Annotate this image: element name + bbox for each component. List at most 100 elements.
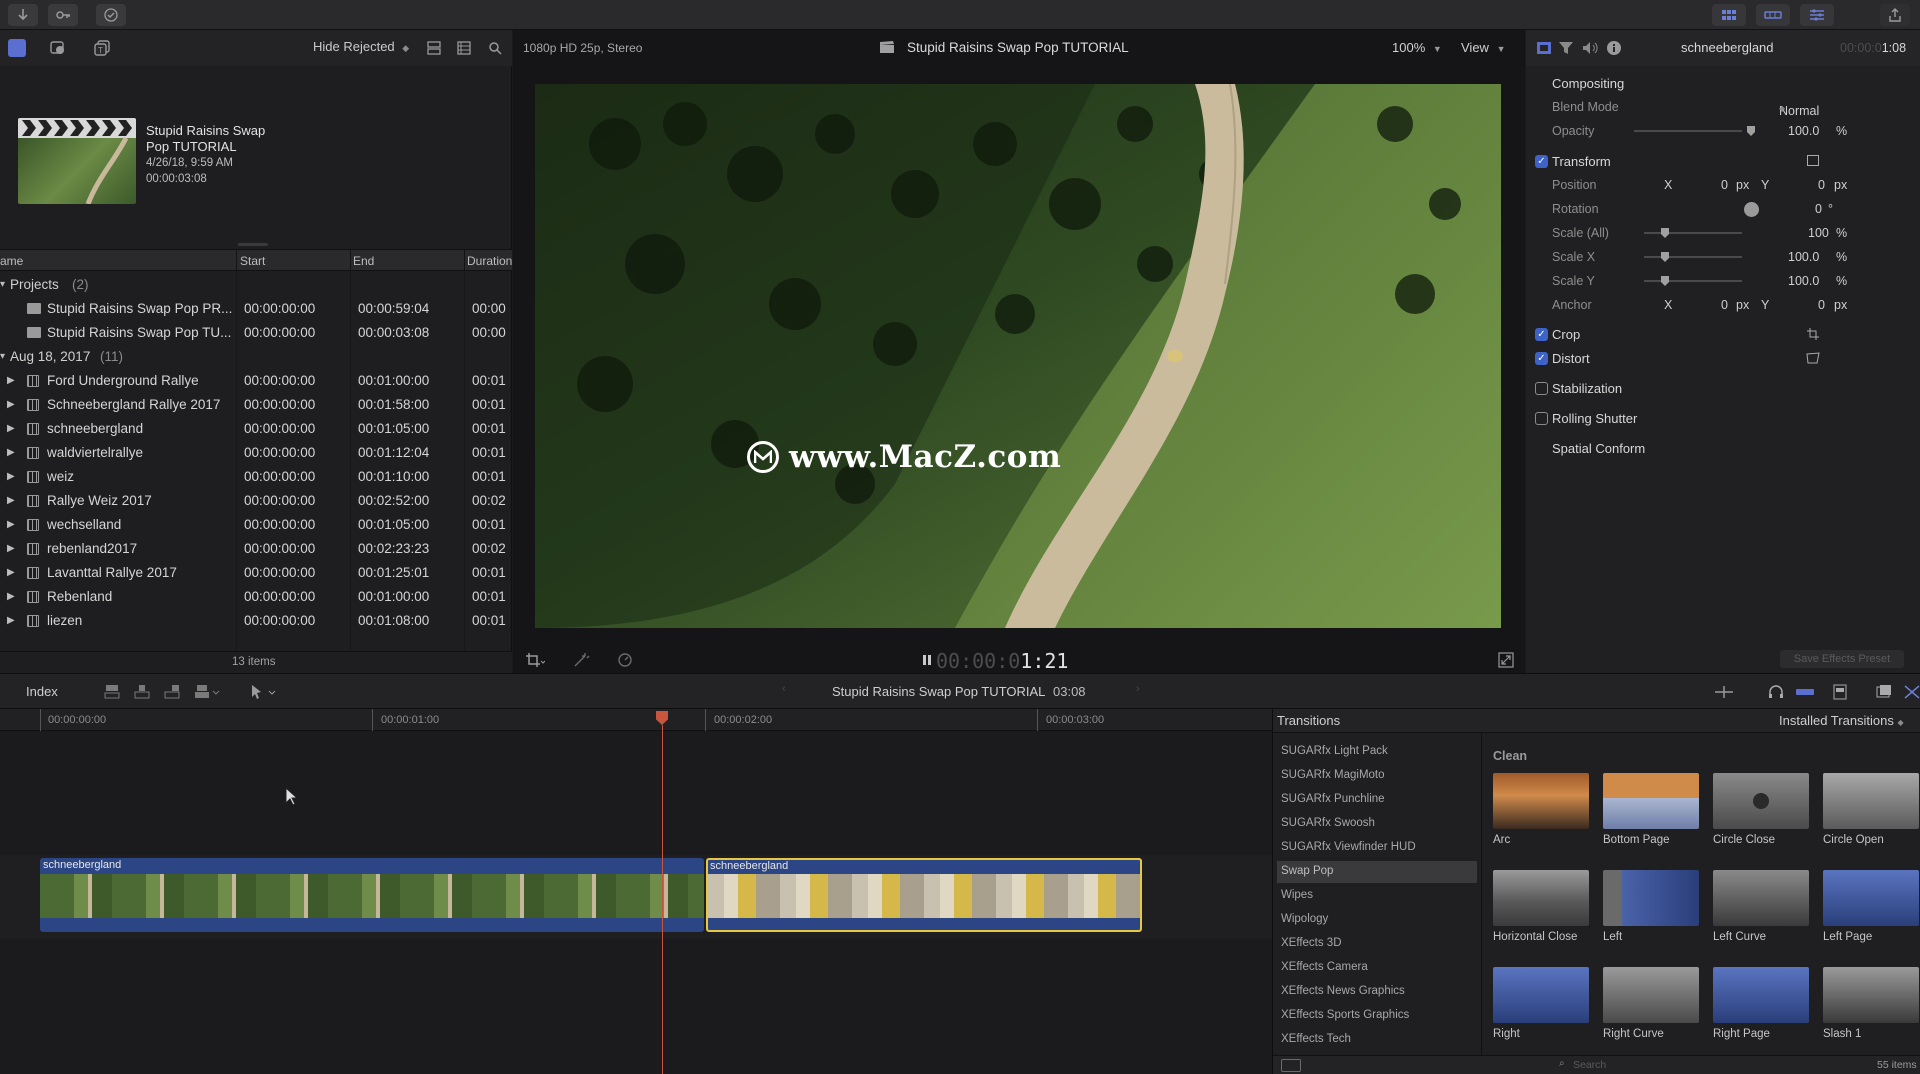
audio-inspector-icon[interactable]	[1582, 40, 1598, 56]
scale-y-value[interactable]: 100.0	[1788, 274, 1819, 288]
checkmark-icon[interactable]	[96, 4, 126, 26]
disclosure-open-icon[interactable]: ▾	[0, 279, 5, 290]
column-name[interactable]: ame	[0, 254, 23, 268]
transition-thumbnail[interactable]	[1823, 870, 1919, 926]
transition-thumbnail[interactable]	[1823, 967, 1919, 1023]
anchor-x-value[interactable]: 0	[1721, 298, 1728, 312]
resize-handle[interactable]	[238, 243, 268, 246]
color-inspector-icon[interactable]	[1558, 40, 1574, 56]
snapping-icon[interactable]	[1832, 684, 1848, 700]
opacity-slider[interactable]	[1634, 130, 1742, 132]
transition-category-selected[interactable]: Swap Pop	[1277, 861, 1477, 883]
enhance-icon[interactable]	[573, 652, 593, 668]
clip-row[interactable]: ▶ Ford Underground Rallye 00:00:00:00 00…	[0, 369, 512, 393]
viewer-timecode[interactable]: 00:00:01:21	[936, 649, 1068, 673]
info-icon[interactable]	[1606, 40, 1622, 56]
libraries-icon[interactable]	[8, 39, 26, 57]
pause-icon[interactable]	[921, 653, 933, 667]
project-row[interactable]: Stupid Raisins Swap Pop PR... 00:00:00:0…	[0, 297, 512, 321]
insert-clip-icon[interactable]	[134, 684, 150, 700]
list-view-icon[interactable]	[456, 40, 472, 56]
index-button[interactable]: Index	[26, 684, 58, 699]
disclosure-closed-icon[interactable]: ▶	[7, 567, 15, 578]
transition-thumbnail[interactable]	[1493, 967, 1589, 1023]
clip-row[interactable]: ▶ waldviertelrallye 00:00:00:00 00:01:12…	[0, 441, 512, 465]
scale-x-slider[interactable]	[1644, 256, 1742, 258]
append-clip-icon[interactable]	[164, 684, 180, 700]
transition-thumbnail[interactable]	[1713, 870, 1809, 926]
transition-thumbnail[interactable]	[1823, 773, 1919, 829]
solo-icon[interactable]	[1795, 686, 1815, 698]
clip-row[interactable]: ▶ Rallye Weiz 2017 00:00:00:00 00:02:52:…	[0, 489, 512, 513]
scale-all-value[interactable]: 100	[1808, 226, 1829, 240]
transition-category[interactable]: XEffects 3D	[1277, 933, 1477, 955]
disclosure-closed-icon[interactable]: ▶	[7, 615, 15, 626]
transition-category[interactable]: SUGARfx Swoosh	[1277, 813, 1477, 835]
effects-browser-icon[interactable]	[1904, 684, 1920, 700]
transition-thumbnail[interactable]	[1493, 870, 1589, 926]
filter-menu[interactable]: Hide Rejected ◆	[313, 39, 409, 54]
zoom-menu[interactable]: 100% ▼	[1392, 40, 1442, 55]
group-row-projects[interactable]: ▾ Projects (2)	[0, 273, 512, 297]
import-icon[interactable]	[8, 4, 38, 26]
clip-row[interactable]: ▶ wechselland 00:00:00:00 00:01:05:00 00…	[0, 513, 512, 537]
transition-category[interactable]: Wipology	[1277, 909, 1477, 931]
playhead[interactable]	[662, 725, 663, 1074]
clip-appearance-icon[interactable]	[1876, 684, 1892, 700]
crop-checkbox[interactable]: ✓	[1535, 328, 1548, 341]
scale-x-value[interactable]: 100.0	[1788, 250, 1819, 264]
clip-row[interactable]: ▶ Schneebergland Rallye 2017 00:00:00:00…	[0, 393, 512, 417]
project-row[interactable]: Stupid Raisins Swap Pop TU... 00:00:00:0…	[0, 321, 512, 345]
transition-thumbnail[interactable]	[1493, 773, 1589, 829]
search-icon[interactable]	[487, 40, 503, 56]
connect-clip-icon[interactable]	[104, 684, 120, 700]
position-x-value[interactable]: 0	[1721, 178, 1728, 192]
clip-row[interactable]: ▶ weiz 00:00:00:00 00:01:10:00 00:01	[0, 465, 512, 489]
forward-arrow-icon[interactable]: ›	[1136, 683, 1140, 695]
column-duration[interactable]: Duration	[467, 254, 512, 268]
column-end[interactable]: End	[353, 254, 374, 268]
project-thumbnail[interactable]	[18, 118, 136, 204]
transition-category[interactable]: Wipes	[1277, 885, 1477, 907]
rotation-value[interactable]: 0	[1815, 202, 1822, 216]
scale-all-slider-knob[interactable]	[1661, 228, 1669, 238]
disclosure-closed-icon[interactable]: ▶	[7, 591, 15, 602]
disclosure-closed-icon[interactable]: ▶	[7, 423, 15, 434]
timeline-clip-selected[interactable]: schneebergland	[706, 858, 1142, 932]
disclosure-open-icon[interactable]: ▾	[0, 351, 5, 362]
transition-category[interactable]: XEffects Tech	[1277, 1029, 1477, 1051]
scale-all-slider[interactable]	[1644, 232, 1742, 234]
position-y-value[interactable]: 0	[1818, 178, 1825, 192]
anchor-y-value[interactable]: 0	[1818, 298, 1825, 312]
key-icon[interactable]	[48, 4, 78, 26]
select-tool-icon[interactable]	[250, 684, 280, 700]
transition-category[interactable]: SUGARfx MagiMoto	[1277, 765, 1477, 787]
opacity-value[interactable]: 100.0	[1788, 124, 1819, 138]
transition-category[interactable]: XEffects Sports Graphics	[1277, 1005, 1477, 1027]
overwrite-clip-icon[interactable]	[194, 684, 224, 700]
distort-checkbox[interactable]: ✓	[1535, 352, 1548, 365]
distort-onscreen-control-icon[interactable]	[1806, 352, 1820, 364]
view-menu[interactable]: View ▼	[1461, 40, 1506, 55]
crop-onscreen-control-icon[interactable]	[1807, 328, 1819, 340]
opacity-slider-knob[interactable]	[1747, 126, 1755, 136]
transition-thumbnail[interactable]	[1603, 870, 1699, 926]
photos-icon[interactable]	[48, 38, 68, 58]
transitions-search-input[interactable]: Search	[1573, 1059, 1606, 1071]
skimming-icon[interactable]	[1714, 686, 1734, 698]
video-frame[interactable]: www.MacZ.com	[535, 84, 1501, 628]
clip-row[interactable]: ▶ liezen 00:00:00:00 00:01:08:00 00:01	[0, 609, 512, 633]
crop-tool-icon[interactable]	[525, 652, 546, 668]
transform-onscreen-control-icon[interactable]	[1807, 155, 1819, 166]
save-effects-preset-button[interactable]: Save Effects Preset	[1780, 650, 1904, 668]
fullscreen-icon[interactable]	[1498, 652, 1514, 668]
column-start[interactable]: Start	[240, 254, 265, 268]
share-icon[interactable]	[1880, 4, 1910, 26]
disclosure-closed-icon[interactable]: ▶	[7, 471, 15, 482]
group-row-date[interactable]: ▾ Aug 18, 2017 (11)	[0, 345, 512, 369]
stabilization-checkbox[interactable]	[1535, 382, 1548, 395]
retime-icon[interactable]	[617, 652, 637, 668]
transition-category[interactable]: SUGARfx Viewfinder HUD	[1277, 837, 1477, 859]
scale-y-slider[interactable]	[1644, 280, 1742, 282]
transition-thumbnail[interactable]	[1603, 773, 1699, 829]
